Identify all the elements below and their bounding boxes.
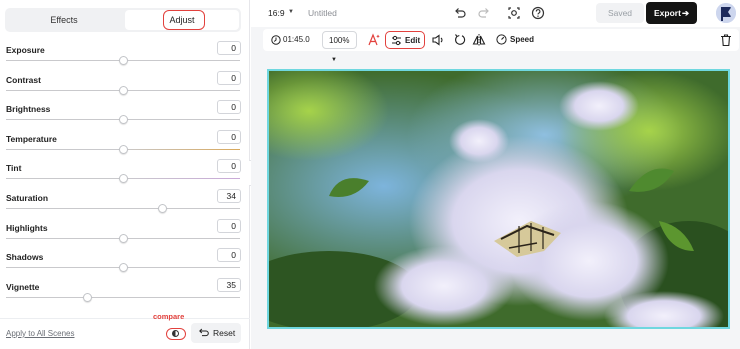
apply-to-all-scenes-link[interactable]: Apply to All Scenes (6, 329, 74, 338)
speed-label: Speed (510, 35, 535, 44)
saved-button[interactable]: Saved (596, 3, 644, 23)
undo-icon[interactable] (453, 6, 467, 20)
adjustment-slider-thumb[interactable] (118, 115, 128, 125)
compare-label: compare (153, 312, 185, 321)
user-avatar[interactable] (716, 3, 736, 23)
video-canvas[interactable] (267, 69, 730, 329)
rotate-icon[interactable] (453, 33, 467, 47)
duration-value: 01:45.0 (283, 35, 310, 44)
panel-footer: Apply to All Scenes compare Reset (0, 312, 250, 349)
panel-tabs: Effects Adjust (5, 8, 241, 32)
chevron-down-icon: ▼ (288, 9, 294, 15)
adjustment-row-saturation: Saturation 34 (0, 189, 250, 223)
edit-button[interactable]: Edit (385, 31, 425, 49)
adjustment-slider-track[interactable] (6, 296, 240, 298)
sliders-icon (392, 35, 401, 46)
redo-icon[interactable] (477, 6, 491, 20)
duration-display[interactable]: 01:45.0 (268, 31, 312, 49)
adjustment-value-input[interactable]: 0 (217, 100, 241, 115)
adjustment-label: Contrast (6, 74, 41, 85)
clip-toolbar: 01:45.0 100% ▼ Edit Speed (263, 29, 739, 63)
reset-icon (199, 328, 209, 337)
adjustment-label: Vignette (6, 281, 40, 292)
adjustment-value-input[interactable]: 0 (217, 159, 241, 174)
butterfly-photo (269, 71, 728, 327)
clock-icon (271, 35, 281, 45)
reset-button[interactable]: Reset (191, 323, 241, 343)
export-label: Export (654, 8, 681, 18)
help-icon[interactable] (531, 6, 545, 20)
export-button[interactable]: Export ➔ (646, 2, 697, 24)
tab-adjust-highlight (163, 10, 205, 30)
tab-adjust[interactable]: Adjust (125, 10, 239, 30)
adjust-panel: Effects Adjust Exposure 0 Contrast 0 Brightn… (0, 0, 250, 349)
adjustment-row-highlights: Highlights 0 (0, 218, 250, 253)
adjustment-value-input[interactable]: 0 (217, 218, 241, 233)
adjustment-value-input[interactable]: 35 (217, 277, 241, 292)
adjustment-row-temperature: Temperature 0 (0, 129, 250, 164)
arrow-right-icon: ➔ (682, 8, 690, 18)
adjustment-slider-thumb[interactable] (118, 56, 128, 65)
adjustment-label: Highlights (6, 222, 48, 233)
top-bar: 16:9 ▼ Untitled Saved Export ➔ (251, 0, 740, 27)
adjustment-value-input[interactable]: 34 (217, 189, 241, 203)
speed-icon (496, 34, 507, 45)
adjustment-slider-thumb[interactable] (118, 144, 128, 154)
magic-text-icon[interactable] (367, 33, 381, 47)
adjustment-row-contrast: Contrast 0 (0, 70, 250, 105)
aspect-ratio-select[interactable]: 16:9 (268, 8, 285, 18)
adjustment-value-input[interactable]: 0 (217, 248, 241, 263)
adjustment-slider-thumb[interactable] (118, 263, 128, 273)
adjustment-value-input[interactable]: 0 (217, 70, 241, 85)
adjustment-row-tint: Tint 0 (0, 159, 250, 193)
project-title[interactable]: Untitled (308, 8, 337, 18)
capture-frame-icon[interactable] (507, 6, 521, 20)
adjustment-value-input[interactable]: 0 (217, 129, 241, 144)
compare-icon (172, 330, 179, 337)
adjustment-slider-thumb[interactable] (118, 85, 128, 95)
avatar-icon (716, 3, 736, 23)
adjustment-label: Exposure (6, 45, 45, 55)
adjustment-slider-track[interactable] (6, 208, 240, 209)
adjustment-row-vignette: Vignette 35 (0, 277, 250, 312)
speed-button[interactable]: Speed (496, 31, 536, 49)
adjustment-label: Saturation (6, 193, 49, 203)
compare-button[interactable] (166, 328, 186, 340)
editor-area: 16:9 ▼ Untitled Saved Export ➔ 01:45.0 1… (251, 0, 740, 349)
adjustment-slider-thumb[interactable] (118, 233, 128, 243)
trash-icon[interactable] (719, 33, 733, 47)
adjustment-label: Brightness (6, 104, 51, 115)
adjustment-label: Temperature (6, 133, 57, 144)
adjustment-slider-thumb[interactable] (118, 174, 128, 184)
edit-label: Edit (405, 36, 421, 45)
tab-effects[interactable]: Effects (7, 10, 121, 30)
adjustment-slider-thumb[interactable] (83, 292, 93, 302)
chevron-down-icon: ▼ (331, 57, 337, 63)
flip-icon[interactable] (472, 33, 486, 47)
adjustment-row-shadows: Shadows 0 (0, 248, 250, 282)
adjustment-row-brightness: Brightness 0 (0, 100, 250, 134)
adjustment-label: Tint (6, 163, 22, 174)
adjustment-label: Shadows (6, 252, 44, 263)
zoom-select[interactable]: 100% ▼ (322, 31, 357, 63)
volume-icon[interactable] (431, 33, 445, 47)
reset-label: Reset (213, 328, 236, 338)
adjustment-value-input[interactable]: 0 (217, 41, 241, 55)
adjustment-row-exposure: Exposure 0 (0, 41, 250, 75)
zoom-value: 100% (329, 36, 350, 45)
adjustment-slider-thumb[interactable] (158, 204, 168, 213)
